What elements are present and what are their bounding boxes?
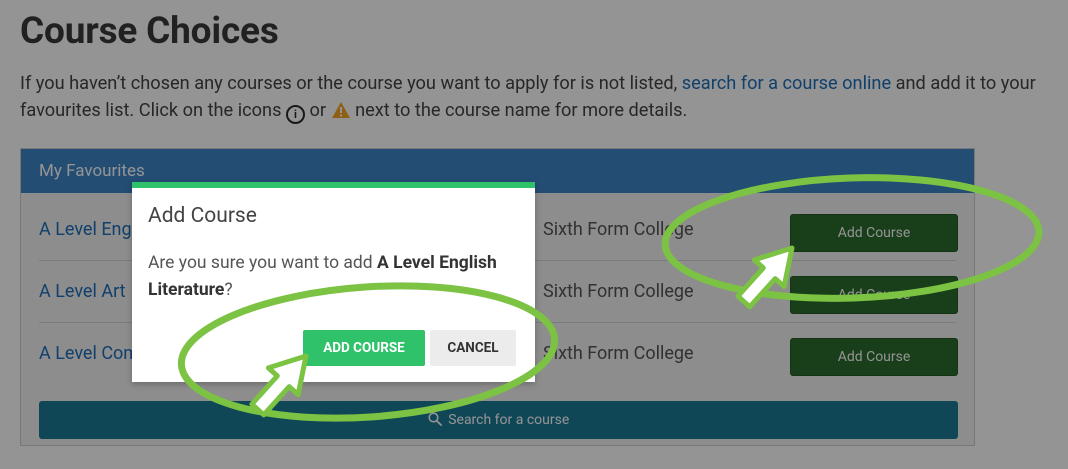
- screenshot-stage: Course Choices If you haven’t chosen any…: [0, 0, 1068, 469]
- dialog-message-suffix: ?: [224, 280, 233, 300]
- dialog-accent-bar: [132, 182, 535, 188]
- cancel-button[interactable]: CANCEL: [430, 330, 516, 366]
- dialog-message-prefix: Are you sure you want to add: [148, 253, 373, 273]
- add-course-dialog: Add Course Are you sure you want to add …: [132, 182, 535, 382]
- dialog-title: Add Course: [148, 204, 257, 228]
- confirm-add-course-button[interactable]: ADD COURSE: [303, 330, 425, 366]
- dialog-message: Are you sure you want to add A Level Eng…: [148, 250, 508, 304]
